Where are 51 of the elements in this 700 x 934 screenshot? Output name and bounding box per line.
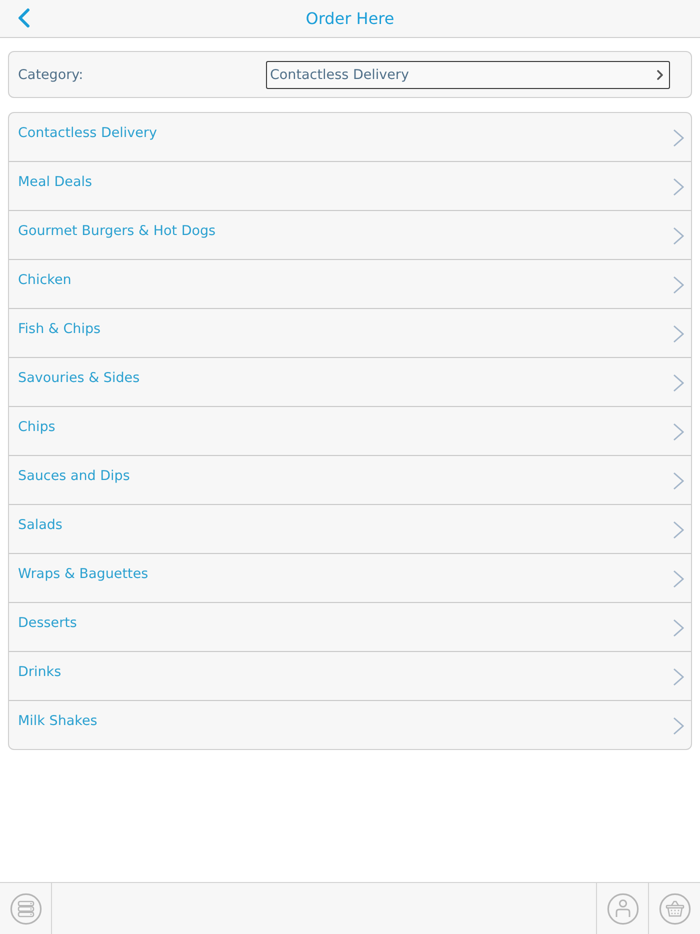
chevron-right-icon: [673, 129, 684, 147]
category-name: Contactless Delivery: [18, 124, 157, 142]
chevron-right-icon: [673, 570, 684, 588]
category-select[interactable]: Contactless Delivery: [266, 60, 670, 88]
category-row[interactable]: Drinks: [9, 651, 691, 700]
category-name: Savouries & Sides: [18, 369, 140, 387]
category-row[interactable]: Meal Deals: [9, 161, 691, 210]
chevron-right-icon: [673, 325, 684, 343]
category-row[interactable]: Chips: [9, 406, 691, 455]
chevron-right-icon: [673, 178, 684, 196]
category-row[interactable]: Salads: [9, 504, 691, 553]
chevron-right-icon: [673, 227, 684, 245]
category-name: Sauces and Dips: [18, 467, 130, 485]
category-row[interactable]: Sauces and Dips: [9, 455, 691, 504]
category-row[interactable]: Contactless Delivery: [9, 113, 691, 161]
category-name: Salads: [18, 516, 62, 534]
category-name: Chicken: [18, 271, 72, 289]
category-name: Meal Deals: [18, 173, 92, 191]
basket-tab-button[interactable]: [658, 892, 690, 924]
category-name: Desserts: [18, 614, 77, 632]
stacked-list-icon: [10, 892, 42, 924]
chevron-right-icon: [673, 423, 684, 441]
category-name: Wraps & Baguettes: [18, 565, 148, 583]
page-title: Order Here: [306, 9, 394, 28]
chevron-right-icon: [673, 374, 684, 392]
chevron-right-icon: [657, 70, 663, 80]
category-name: Milk Shakes: [18, 712, 98, 730]
category-label: Category:: [17, 66, 84, 82]
chevron-right-icon: [673, 717, 684, 735]
back-chevron-icon: [18, 8, 30, 28]
category-row[interactable]: Savouries & Sides: [9, 357, 691, 406]
category-row[interactable]: Chicken: [9, 259, 691, 308]
chevron-right-icon: [673, 521, 684, 539]
user-icon: [606, 892, 638, 924]
basket-icon: [658, 892, 690, 924]
category-name: Drinks: [18, 663, 62, 681]
account-tab-button[interactable]: [606, 892, 638, 924]
category-row[interactable]: Fish & Chips: [9, 308, 691, 357]
category-row[interactable]: Milk Shakes: [9, 700, 691, 749]
category-name: Chips: [18, 418, 56, 436]
chevron-right-icon: [673, 668, 684, 686]
category-row[interactable]: Gourmet Burgers & Hot Dogs: [9, 210, 691, 259]
category-name: Gourmet Burgers & Hot Dogs: [18, 222, 216, 240]
category-row[interactable]: Wraps & Baguettes: [9, 553, 691, 602]
category-name: Fish & Chips: [18, 320, 101, 338]
chevron-right-icon: [673, 619, 684, 637]
menu-tab-button[interactable]: [10, 892, 42, 924]
chevron-right-icon: [673, 472, 684, 490]
chevron-right-icon: [673, 276, 684, 294]
category-select-value: Contactless Delivery: [270, 66, 409, 82]
category-row[interactable]: Desserts: [9, 602, 691, 651]
